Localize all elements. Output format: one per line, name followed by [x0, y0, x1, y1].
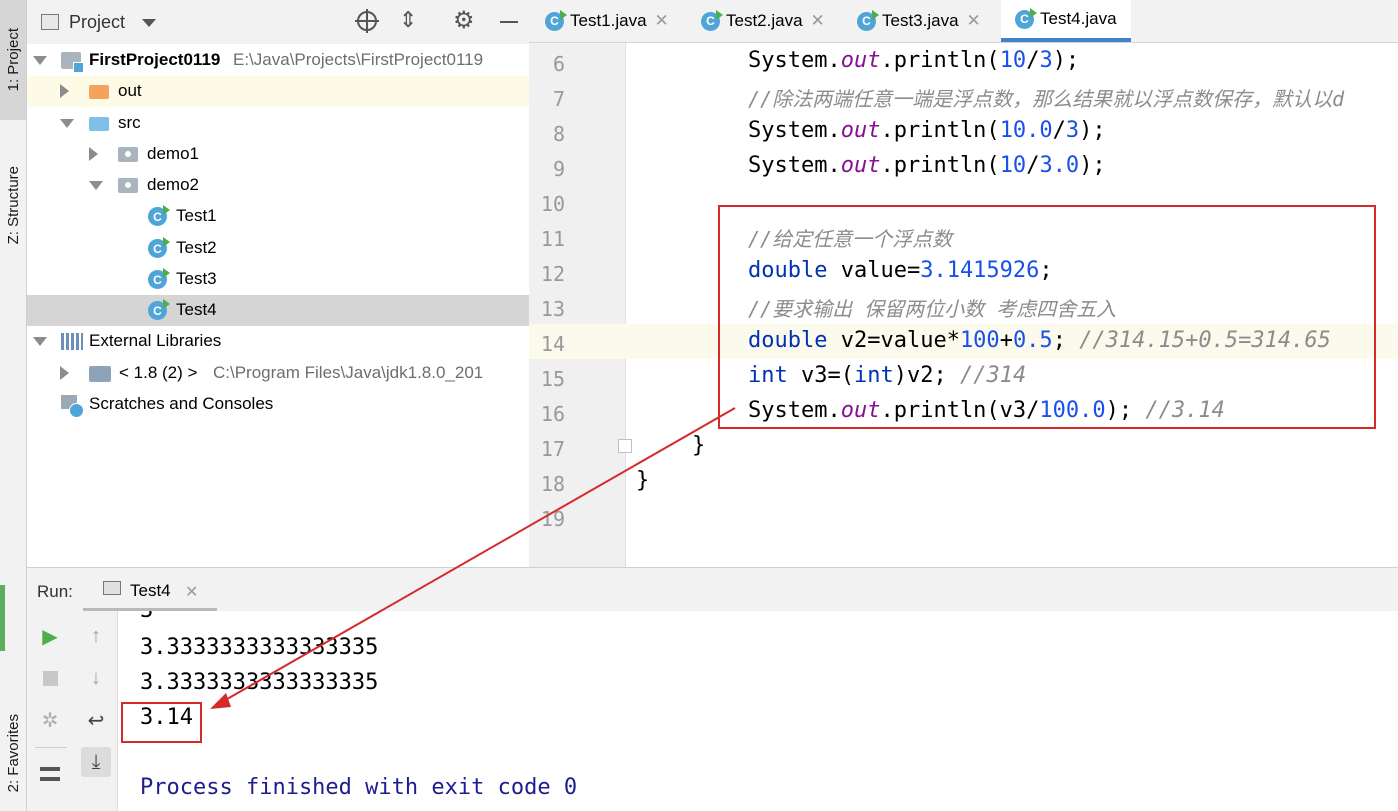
annotation-arrow	[210, 407, 736, 709]
annotation-arrowhead	[210, 693, 231, 709]
annotation-arrow-line	[221, 407, 736, 703]
